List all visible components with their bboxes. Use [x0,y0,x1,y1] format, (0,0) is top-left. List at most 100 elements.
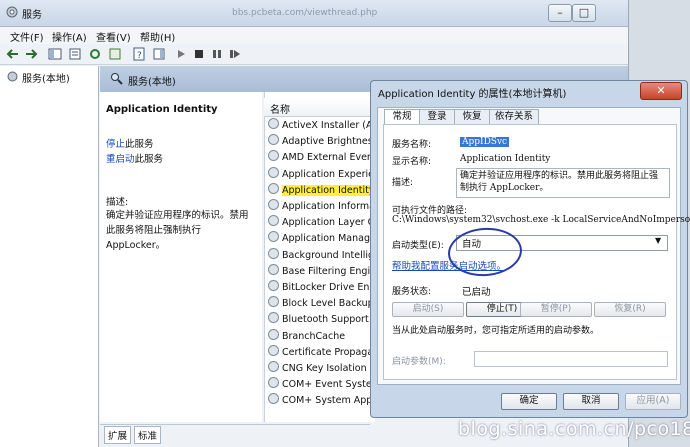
restart-link[interactable]: 重启动 [106,154,135,165]
service-status-label: 服务状态: [392,287,432,297]
service-row-name: Base Filtering Engine [282,265,374,277]
service-row[interactable]: Adaptive Brightness [268,134,374,149]
restart-service-icon[interactable] [228,47,242,61]
service-row[interactable]: COM+ System Application [268,393,374,408]
help-icon[interactable]: ? [132,47,146,61]
startup-help-link[interactable]: 帮助我配置服务启动选项。 [392,258,506,272]
service-status-value: 已启动 [462,287,491,298]
description-value: 确定并验证应用程序的标识。禁用此服务将阻止强制执行 AppLocker。 [460,171,659,193]
display-name-value: Application Identity [460,154,551,164]
tree-item-services-local[interactable]: 服务(本地) [22,70,70,85]
minimize-button[interactable]: – [548,4,572,22]
startup-type-label: 启动类型(E): [392,241,444,251]
start-service-icon[interactable] [174,47,188,61]
stop-link-suffix: 此服务 [125,139,154,150]
properties-icon[interactable] [68,47,82,61]
service-gear-icon [268,134,279,146]
service-gear-icon [268,231,279,243]
service-row[interactable]: Block Level Backup [268,296,374,311]
service-row-name: COM+ Event System [282,379,374,391]
action-pane-icon[interactable] [152,47,166,61]
menu-file[interactable]: 文件(F) [10,29,44,44]
service-row[interactable]: Application Identity [268,182,374,198]
start-parameters-input[interactable] [474,351,668,367]
menu-view[interactable]: 查看(V) [96,29,131,44]
service-row[interactable]: BranchCache [268,328,374,344]
service-row-name: ActiveX Installer (AxInstSV) [282,120,374,131]
menu-action[interactable]: 操作(A) [52,29,87,44]
service-row-name: AMD External Events [282,152,374,164]
service-row[interactable]: Application Experience [268,166,374,182]
service-row[interactable]: Bluetooth Support Service [268,312,374,327]
close-button[interactable]: ✕ [640,82,682,100]
service-row-name: Application Identity [282,184,374,196]
service-row[interactable]: ActiveX Installer (AxInstSV) [268,118,374,133]
column-label: 名称 [270,105,290,116]
ok-button[interactable]: 确定 [501,393,557,410]
cancel-button[interactable]: 取消 [563,393,619,410]
service-row[interactable]: CNG Key Isolation [268,361,374,376]
service-row[interactable]: Application Management [268,231,374,246]
description-label: 描述: [106,197,129,208]
service-gear-icon [268,296,279,308]
service-row-name: Application Management [282,233,374,245]
service-name-label: 服务名称: [392,140,432,150]
service-row[interactable]: Background Intelligent [268,247,374,263]
service-row-name: Application Layer Gateway [282,217,374,229]
stop-link[interactable]: 停止 [106,139,125,150]
selected-service-name: Application Identity [106,104,218,115]
forward-arrow-icon[interactable] [24,47,38,61]
service-row-name: COM+ System Application [282,395,374,407]
tab-extended[interactable]: 扩展 [104,426,132,444]
service-row[interactable]: AMD External Events [268,150,374,165]
restart-service-action: 重启动此服务 [106,151,163,165]
stop-service-icon[interactable] [192,47,206,61]
apply-button[interactable]: 应用(A) [625,393,681,410]
service-row[interactable]: Application Information [268,199,374,214]
start-parameters-hint: 当从此处启动服务时，您可指定所适用的启动参数。 [392,326,600,336]
service-gear-icon [268,312,279,324]
start-button[interactable]: 启动(S) [392,302,464,317]
service-row-name: CNG Key Isolation [282,363,367,374]
service-gear-icon [268,263,279,275]
service-row-name: Adaptive Brightness [282,136,374,148]
service-row-name: Bluetooth Support Service [282,314,374,326]
service-row-name: Background Intelligent [282,249,374,261]
service-row-name: Certificate Propagation [282,346,374,358]
tab-standard[interactable]: 标准 [134,426,162,444]
service-gear-icon [268,328,279,340]
service-gear-icon [268,215,279,227]
service-row[interactable]: Certificate Propagation [268,344,374,360]
resume-button[interactable]: 恢复(R) [594,302,666,317]
start-parameters-label: 启动参数(M): [392,357,446,367]
service-row[interactable]: COM+ Event System [268,377,374,392]
chevron-down-icon: ▼ [655,236,662,245]
service-gear-icon [268,199,279,210]
service-gear-icon [268,393,279,405]
window-title: 服务 [22,10,42,21]
services-gear-icon [6,6,18,18]
description-text: 确定并验证应用程序的标识。禁用此服务将阻止强制执行 AppLocker。 [106,210,249,251]
service-gear-icon [268,280,279,291]
service-gear-icon [268,344,279,356]
service-row[interactable]: Application Layer Gateway [268,215,374,230]
watermark: blog.sina.com.cn/pco18 [458,418,690,440]
export-list-icon[interactable] [108,47,122,61]
pause-button[interactable]: 暂停(P) [520,302,592,317]
service-row[interactable]: Base Filtering Engine [268,263,374,279]
service-name-value[interactable]: AppIDSvc [460,137,510,147]
refresh-icon[interactable] [88,47,102,61]
console-tree [0,66,99,447]
restart-link-suffix: 此服务 [134,154,164,165]
maximize-button[interactable]: □ [572,4,596,22]
console-tree-icon[interactable] [48,47,62,61]
service-row[interactable]: BitLocker Drive Encryption [268,280,374,295]
stop-service-action: 停止此服务 [106,136,154,150]
service-gear-icon [268,118,279,129]
panel-title: 服务(本地) [128,77,176,88]
svg-text:?: ? [137,51,142,61]
pause-service-icon[interactable] [210,47,224,61]
back-arrow-icon[interactable] [6,47,20,61]
services-gear-icon [7,71,18,82]
menu-help[interactable]: 帮助(H) [140,29,175,44]
